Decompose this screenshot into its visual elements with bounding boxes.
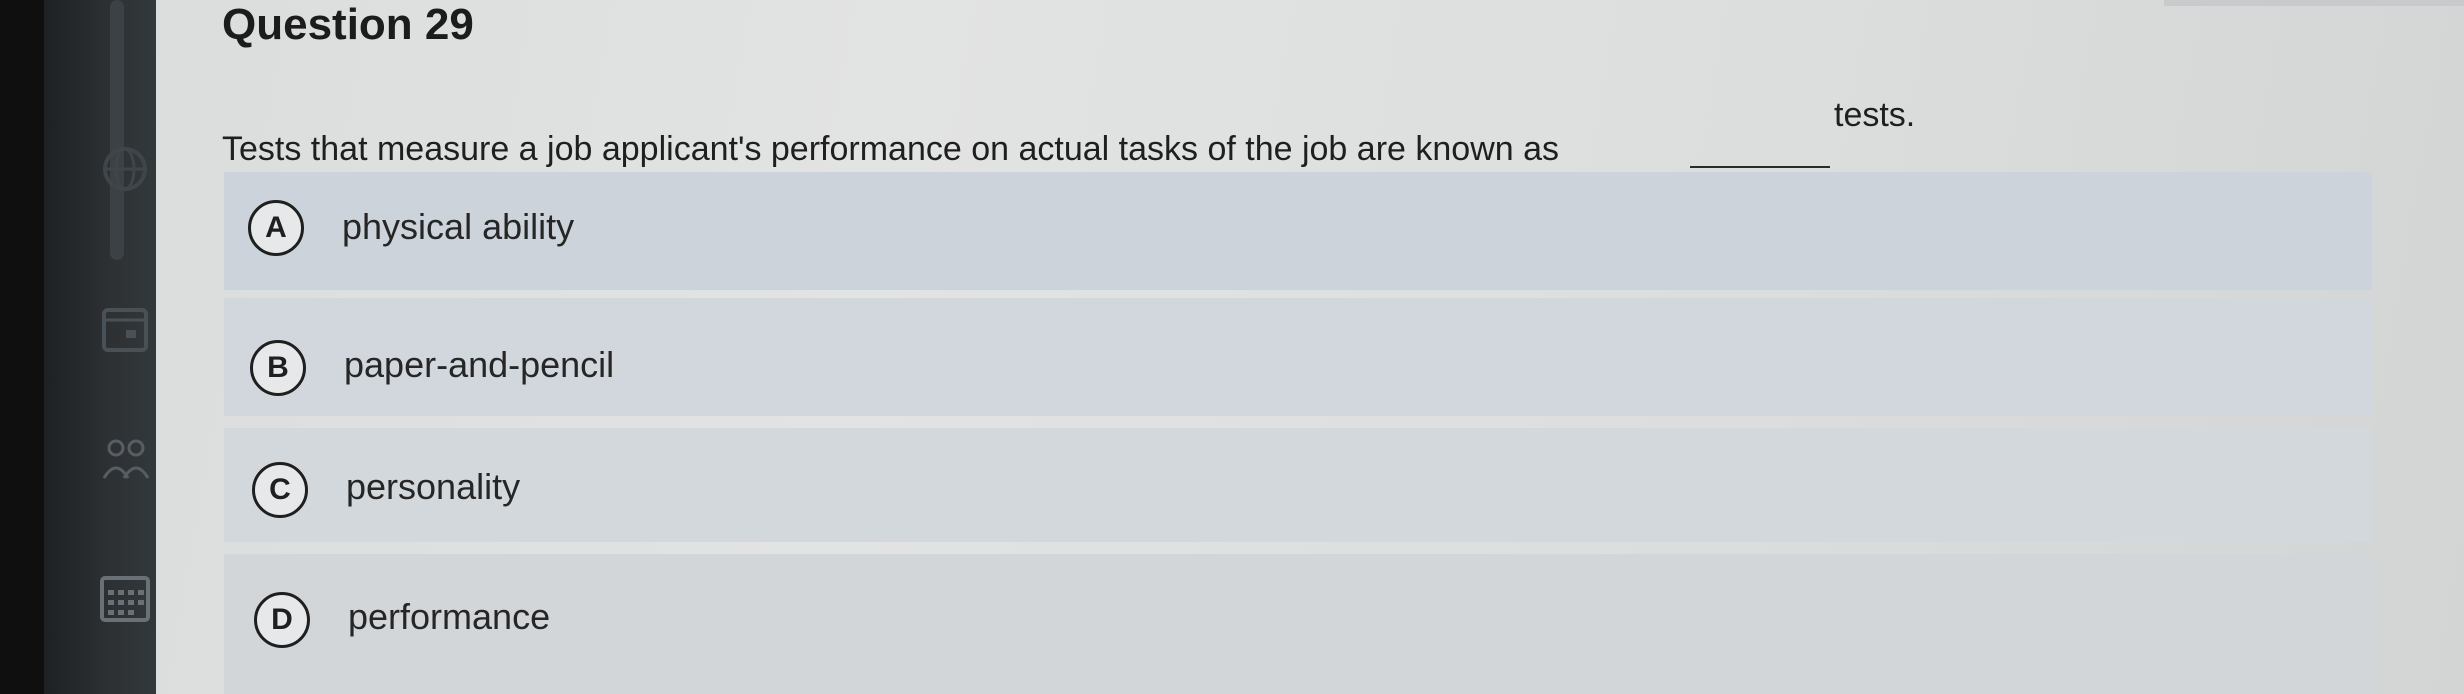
prompt-text: Tests that measure a job applicant's per… xyxy=(222,130,1560,168)
option-a[interactable]: A physical ability xyxy=(224,172,2372,290)
calendar-icon[interactable] xyxy=(96,300,154,358)
option-text: physical ability xyxy=(342,206,575,247)
option-text: performance xyxy=(348,596,551,637)
option-letter-badge: B xyxy=(250,340,306,396)
option-text: personality xyxy=(346,466,521,507)
people-icon[interactable] xyxy=(96,430,154,488)
option-text: paper-and-pencil xyxy=(344,344,615,385)
option-d[interactable]: D performance xyxy=(224,554,2372,694)
screen: Question 29 Tests that measure a job app… xyxy=(0,0,2464,694)
prompt-suffix: tests. xyxy=(1834,96,1916,134)
option-b[interactable]: B paper-and-pencil xyxy=(224,298,2372,416)
globe-icon[interactable] xyxy=(96,140,154,198)
option-letter-badge: C xyxy=(252,462,308,518)
option-letter-badge: A xyxy=(248,200,304,256)
answer-blank xyxy=(1690,132,1830,168)
question-prompt: Tests that measure a job applicant's per… xyxy=(222,96,1982,176)
option-letter-badge: D xyxy=(254,592,310,648)
sidebar-scroll-handle[interactable] xyxy=(110,0,124,260)
device-bezel xyxy=(0,0,44,694)
top-strip xyxy=(2164,0,2464,6)
question-title: Question 29 xyxy=(222,0,474,49)
option-c[interactable]: C personality xyxy=(224,428,2372,542)
grid-calendar-icon[interactable] xyxy=(96,570,154,628)
